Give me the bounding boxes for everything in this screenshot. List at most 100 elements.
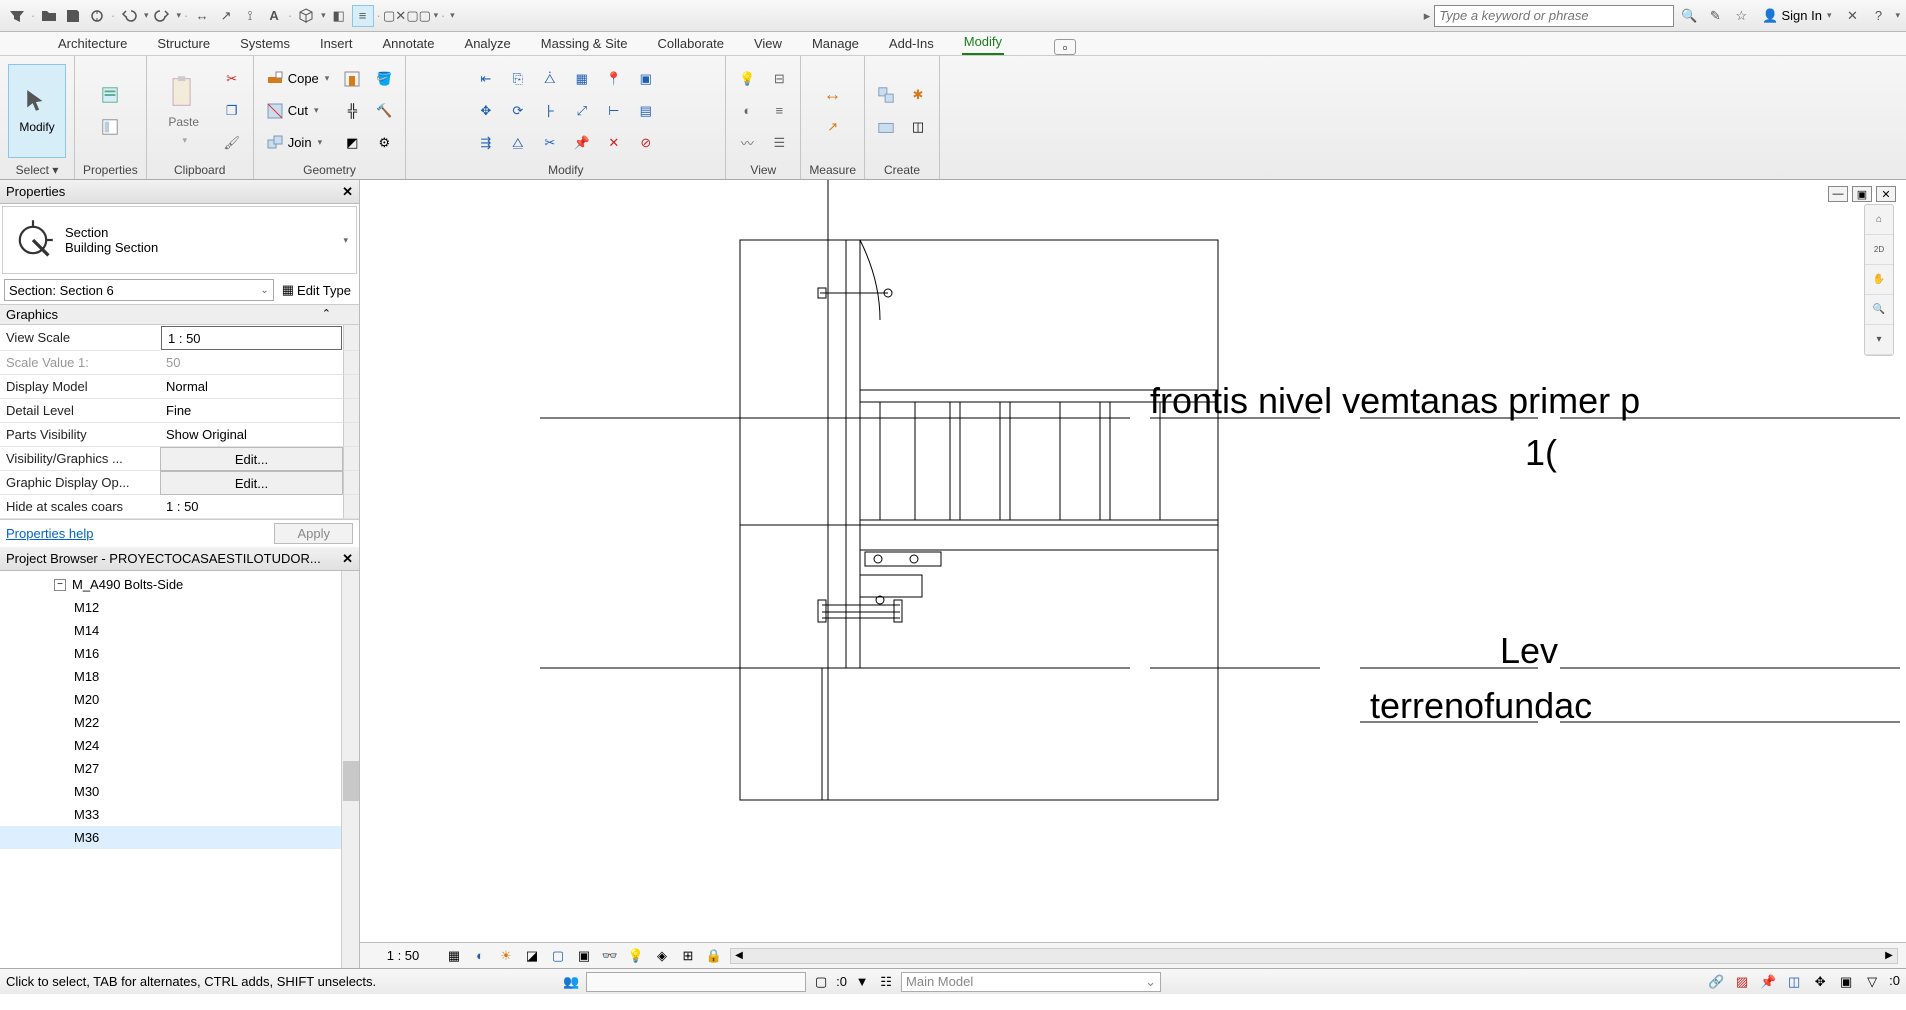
- search-icon[interactable]: 🔍: [1678, 5, 1700, 27]
- param-display-model-value[interactable]: Normal: [160, 375, 343, 399]
- properties-icon[interactable]: [97, 82, 123, 108]
- tree-item-m20[interactable]: M20: [0, 688, 359, 711]
- tree-node-bolts-side[interactable]: −M_A490 Bolts-Side: [0, 573, 359, 596]
- filter-selection-icon[interactable]: ▽: [1863, 973, 1881, 991]
- paste-button[interactable]: Paste ▾: [155, 64, 213, 158]
- match-type-icon[interactable]: 🖌: [219, 130, 245, 156]
- type-selector[interactable]: Section Building Section ▾: [2, 206, 357, 274]
- search-input[interactable]: [1434, 5, 1674, 27]
- nav-home-icon[interactable]: ⌂: [1865, 205, 1893, 235]
- tree-item-m14[interactable]: M14: [0, 619, 359, 642]
- mirror-axis-icon[interactable]: ⧋: [505, 130, 531, 156]
- tab-systems[interactable]: Systems: [238, 32, 292, 55]
- measure-icon[interactable]: ↔: [191, 5, 213, 27]
- rotate-icon[interactable]: ⟳: [505, 98, 531, 124]
- analytical-icon[interactable]: ⊞: [678, 946, 698, 966]
- tab-analyze[interactable]: Analyze: [463, 32, 513, 55]
- linework-icon[interactable]: 〰: [734, 130, 760, 156]
- redo-icon[interactable]: [151, 5, 173, 27]
- nav-expand-icon[interactable]: ▾: [1865, 325, 1893, 355]
- measure-along-icon[interactable]: ↗: [820, 114, 846, 140]
- delete-icon[interactable]: ✕: [601, 130, 627, 156]
- properties-titlebar[interactable]: Properties ✕: [0, 180, 359, 204]
- canvas-hscrollbar[interactable]: ◀ ▶: [730, 948, 1898, 964]
- join-button[interactable]: Join▾: [262, 130, 334, 156]
- demolish-icon[interactable]: 🔨: [371, 98, 397, 124]
- type-properties-icon[interactable]: [97, 114, 123, 140]
- offset-icon[interactable]: ⇶: [473, 130, 499, 156]
- section-icon[interactable]: ◧: [328, 5, 350, 27]
- tree-item-m24[interactable]: M24: [0, 734, 359, 757]
- properties-close-icon[interactable]: ✕: [342, 184, 353, 200]
- show-icon[interactable]: ≡: [766, 98, 792, 124]
- editable-only-icon[interactable]: ▢: [812, 973, 830, 991]
- help-icon[interactable]: ?: [1867, 5, 1889, 27]
- modify-button[interactable]: Modify: [8, 64, 66, 158]
- tree-item-m18[interactable]: M18: [0, 665, 359, 688]
- tag-icon[interactable]: ⟟: [239, 5, 261, 27]
- visual-style-icon[interactable]: ◐: [470, 946, 490, 966]
- unpin-icon[interactable]: 📍: [601, 66, 627, 92]
- switch-windows-icon[interactable]: ▢▢: [408, 5, 430, 27]
- param-hide-scales-value[interactable]: 1 : 50: [160, 495, 343, 519]
- wall-opening-icon[interactable]: [339, 66, 365, 92]
- undo-icon[interactable]: [118, 5, 140, 27]
- edit-type-button[interactable]: ▦ Edit Type: [278, 282, 355, 298]
- tab-structure[interactable]: Structure: [155, 32, 212, 55]
- tab-massing-site[interactable]: Massing & Site: [539, 32, 630, 55]
- param-view-scale-value[interactable]: 1 : 50: [161, 326, 342, 350]
- tree-scrollbar[interactable]: [341, 571, 359, 968]
- cut-geom-button[interactable]: Cut▾: [262, 98, 334, 124]
- tree-item-m27[interactable]: M27: [0, 757, 359, 780]
- param-vg-edit-button[interactable]: Edit...: [160, 447, 343, 471]
- reveal-hidden-icon[interactable]: 💡: [626, 946, 646, 966]
- copy-move-icon[interactable]: ⎘: [505, 66, 531, 92]
- scale-icon[interactable]: ⤢: [569, 98, 595, 124]
- text-icon[interactable]: A: [263, 5, 285, 27]
- project-browser-close-icon[interactable]: ✕: [342, 551, 353, 567]
- hide-icon[interactable]: 💡: [734, 66, 760, 92]
- design-option-combo[interactable]: Main Model⌄: [901, 972, 1161, 992]
- cope-button[interactable]: Cope▾: [262, 66, 334, 92]
- param-detail-level-value[interactable]: Fine: [160, 399, 343, 423]
- nav-zoom-icon[interactable]: 🔍: [1865, 295, 1893, 325]
- paint-icon[interactable]: 🪣: [371, 66, 397, 92]
- sync-icon[interactable]: [86, 5, 108, 27]
- show-crop-icon[interactable]: ▣: [574, 946, 594, 966]
- drag-elements-icon[interactable]: ✥: [1811, 973, 1829, 991]
- instance-combo[interactable]: Section: Section 6 ⌄: [4, 279, 274, 301]
- create-group-icon[interactable]: [873, 114, 899, 140]
- comm-icon[interactable]: ✎: [1704, 5, 1726, 27]
- tree-item-m22[interactable]: M22: [0, 711, 359, 734]
- properties-help-link[interactable]: Properties help: [6, 526, 93, 541]
- shadows-icon[interactable]: ◪: [522, 946, 542, 966]
- drawing-canvas[interactable]: — ▣ ✕: [360, 180, 1906, 942]
- create-parts-icon[interactable]: ◫: [905, 114, 931, 140]
- favorite-icon[interactable]: ☆: [1730, 5, 1752, 27]
- crop-view-icon[interactable]: ▢: [548, 946, 568, 966]
- sun-path-icon[interactable]: ☀: [496, 946, 516, 966]
- save-icon[interactable]: [62, 5, 84, 27]
- nav-pan-icon[interactable]: ✋: [1865, 265, 1893, 295]
- hscroll-left-icon[interactable]: ◀: [731, 949, 747, 963]
- hide-cat-icon[interactable]: ⊟: [766, 66, 792, 92]
- group-header-graphics[interactable]: Graphics ⌃: [0, 304, 359, 325]
- copy-icon[interactable]: ❐: [219, 98, 245, 124]
- tree-item-m12[interactable]: M12: [0, 596, 359, 619]
- detail-level-icon[interactable]: ▦: [444, 946, 464, 966]
- tree-item-m30[interactable]: M30: [0, 780, 359, 803]
- trim-single-icon[interactable]: ⊢: [601, 98, 627, 124]
- select-face-icon[interactable]: ◫: [1785, 973, 1803, 991]
- group1-icon[interactable]: ▣: [633, 66, 659, 92]
- trim-extend-icon[interactable]: ⺊: [537, 98, 563, 124]
- create-assembly-icon[interactable]: ✱: [905, 82, 931, 108]
- project-browser-titlebar[interactable]: Project Browser - PROYECTOCASAESTILOTUDO…: [0, 547, 359, 571]
- select-links-icon[interactable]: 🔗: [1707, 973, 1725, 991]
- tab-manage[interactable]: Manage: [810, 32, 861, 55]
- apply-button[interactable]: Apply: [274, 523, 353, 544]
- tree-item-m16[interactable]: M16: [0, 642, 359, 665]
- group2-icon[interactable]: ▤: [633, 98, 659, 124]
- align-icon[interactable]: ⇤: [473, 66, 499, 92]
- collapse-icon[interactable]: −: [54, 579, 66, 591]
- override-cat-icon[interactable]: ☰: [766, 130, 792, 156]
